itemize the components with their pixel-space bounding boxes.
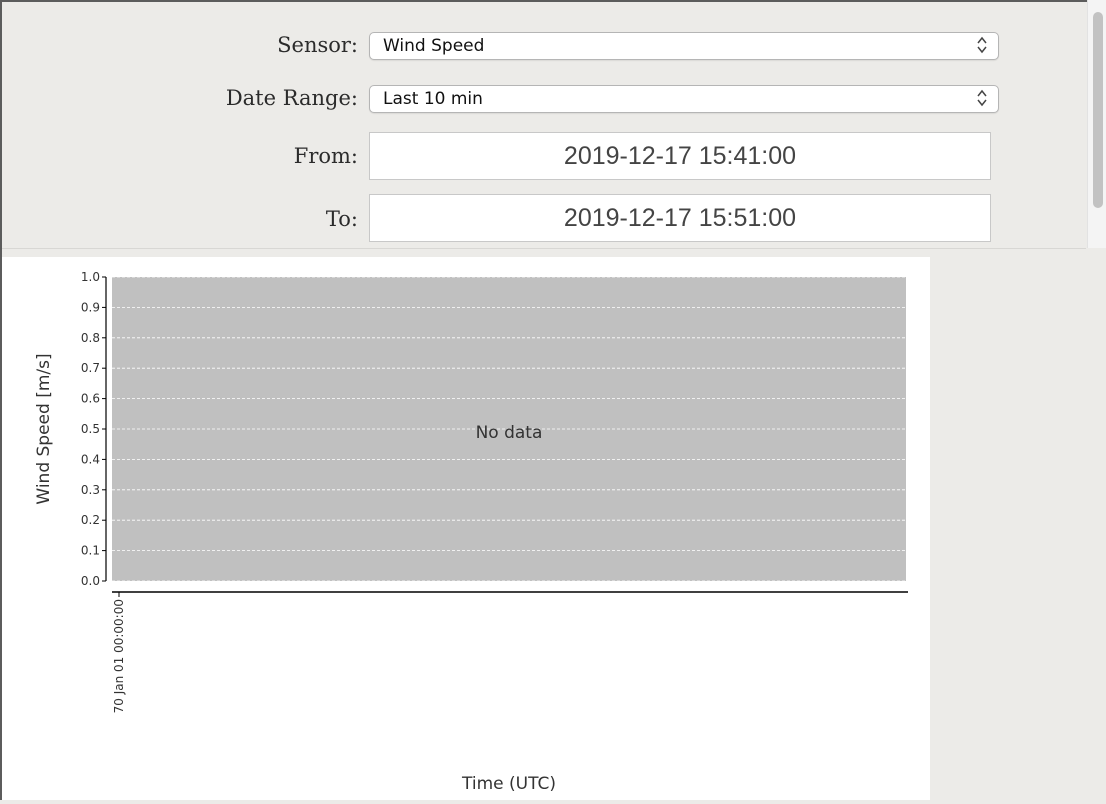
y-axis-label: Wind Speed [m/s]	[34, 353, 54, 504]
y-tick-label: 1.0	[81, 270, 100, 284]
y-tick-label: 0.1	[81, 544, 100, 558]
y-tick-group: 0.0 0.1 0.2 0.3 0.4 0.5 0.6 0.7 0.8 0.9 1.0	[81, 270, 106, 588]
y-tick-label: 0.9	[81, 300, 100, 314]
from-label: From:	[293, 144, 358, 168]
y-tick-label: 0.8	[81, 331, 100, 345]
scrollbar-thumb[interactable]	[1093, 12, 1103, 208]
y-tick-label: 0.4	[81, 452, 100, 466]
sensor-select-value: Wind Speed	[383, 36, 485, 56]
date-range-select-value: Last 10 min	[383, 89, 483, 109]
updown-chevron-icon	[976, 35, 988, 57]
x-tick-label: 70 Jan 01 00:00:00	[112, 599, 126, 713]
y-tick-label: 0.2	[81, 513, 100, 527]
divider	[2, 248, 1086, 249]
no-data-message: No data	[476, 423, 543, 443]
y-tick-label: 0.0	[81, 574, 100, 588]
date-range-select[interactable]: Last 10 min	[369, 85, 999, 113]
to-label: To:	[325, 207, 358, 231]
x-tick-group: 70 Jan 01 00:00:00	[112, 592, 126, 713]
to-field-value: 2019-12-17 15:51:00	[563, 204, 797, 232]
date-range-label: Date Range:	[225, 86, 358, 110]
sensor-label: Sensor:	[277, 33, 358, 57]
from-field[interactable]: 2019-12-17 15:41:00	[369, 132, 991, 180]
y-tick-label: 0.3	[81, 483, 100, 497]
updown-chevron-icon	[976, 88, 988, 110]
y-tick-label: 0.5	[81, 422, 100, 436]
from-field-value: 2019-12-17 15:41:00	[563, 142, 797, 170]
x-axis-label: Time (UTC)	[461, 774, 556, 794]
chart-svg: 0.0 0.1 0.2 0.3 0.4 0.5 0.6 0.7 0.8 0.9 1.0 70 Jan…	[34, 270, 908, 794]
sensor-select[interactable]: Wind Speed	[369, 32, 999, 60]
y-tick-label: 0.6	[81, 392, 100, 406]
y-tick-label: 0.7	[81, 361, 100, 375]
chart-panel: 0.0 0.1 0.2 0.3 0.4 0.5 0.6 0.7 0.8 0.9 1.0 70 Jan…	[2, 257, 930, 800]
to-field[interactable]: 2019-12-17 15:51:00	[369, 194, 991, 242]
